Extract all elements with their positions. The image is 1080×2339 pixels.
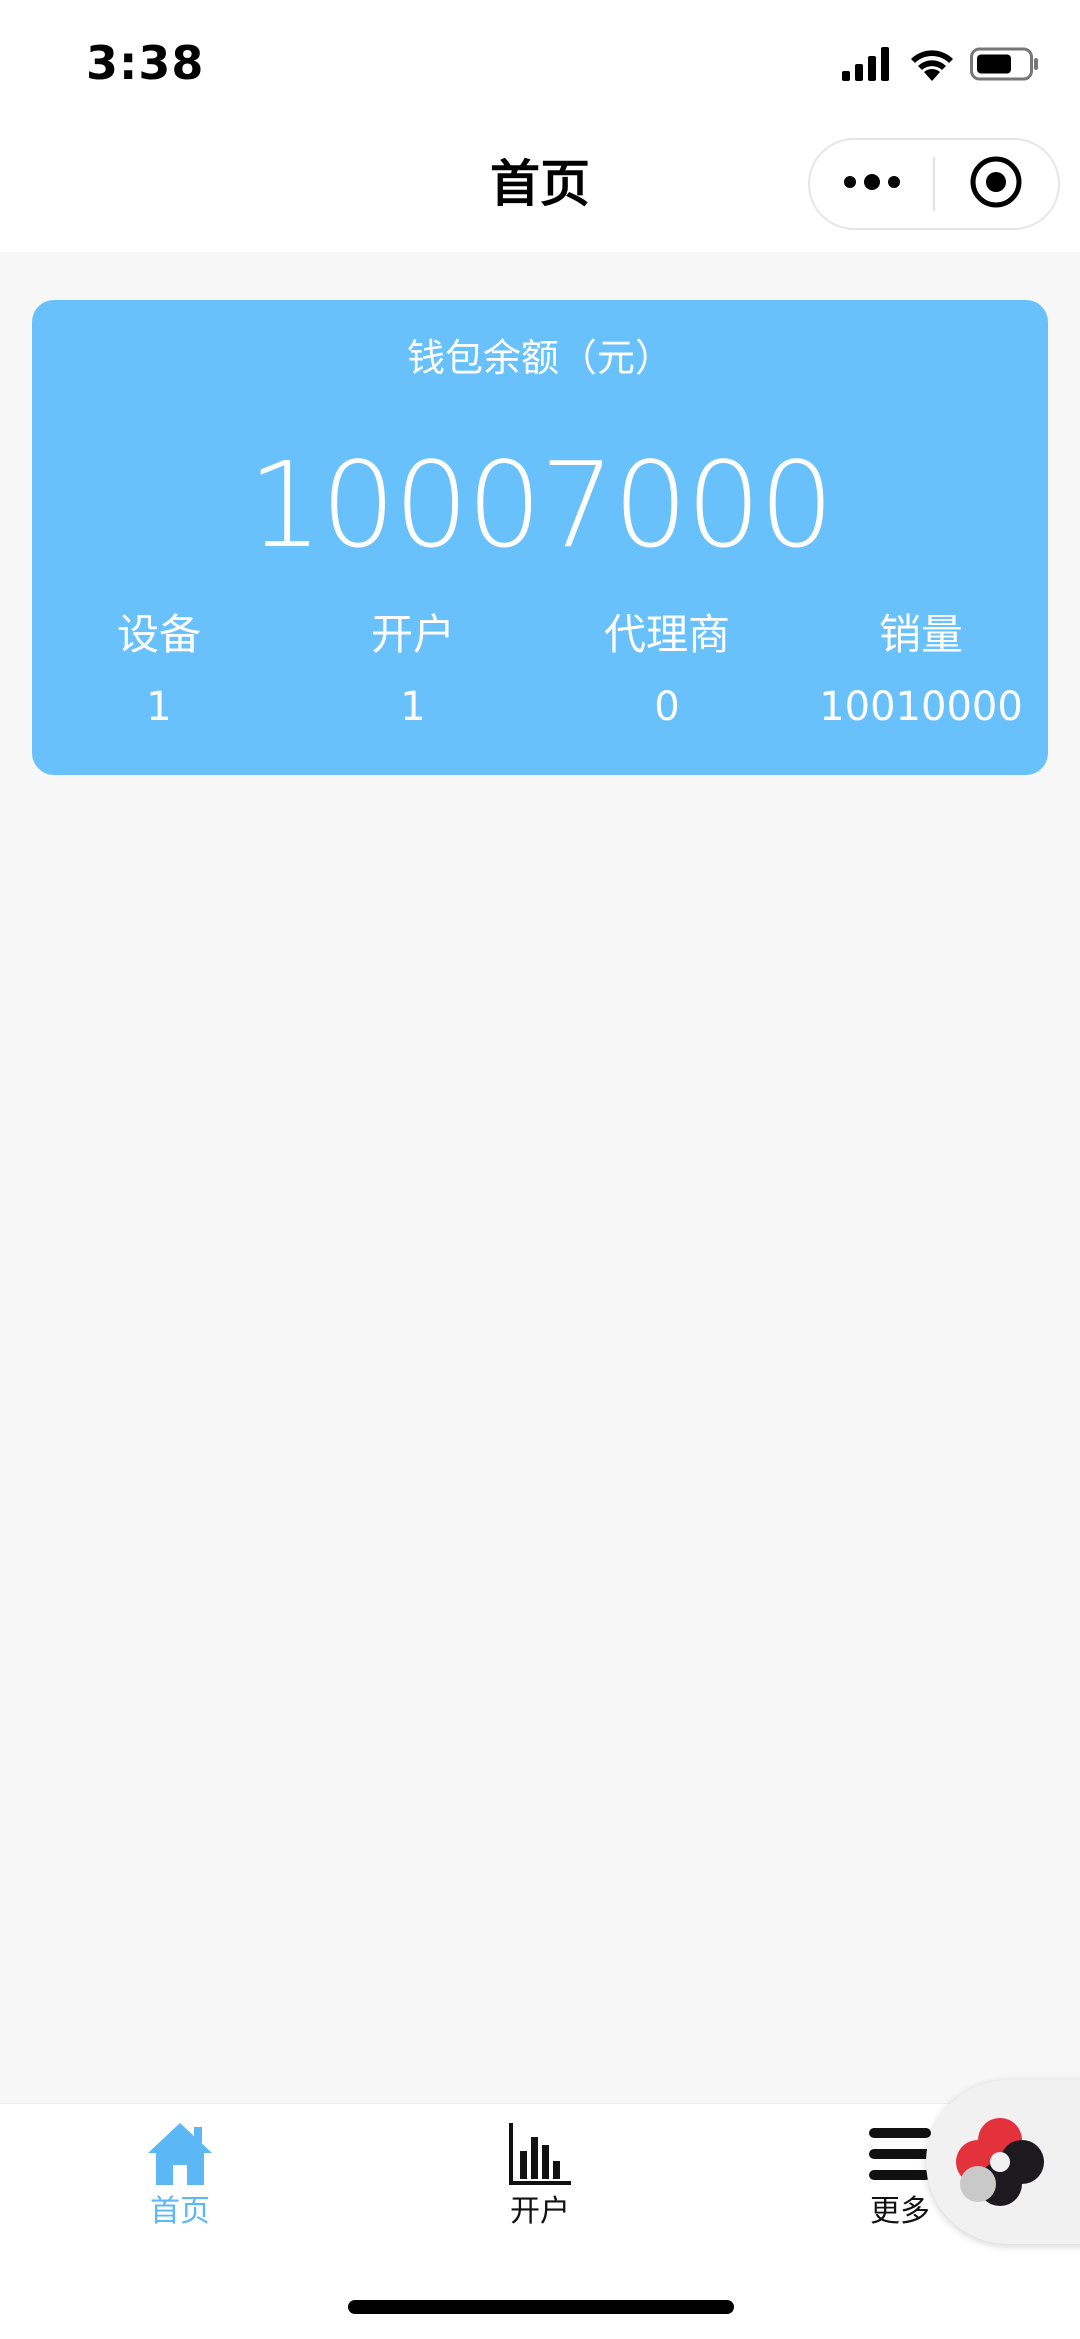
screen: 3:38 首页 钱包余额（元） 10007000 设备 1 开户 1 代理商 0… — [0, 0, 1080, 2339]
wallet-balance-label: 钱包余额（元） — [406, 336, 673, 380]
stat-value: 1 — [400, 684, 426, 730]
stat-label: 销量 — [878, 610, 963, 659]
tab-label: 首页 — [150, 2194, 210, 2229]
bar-chart-icon — [440, 2116, 640, 2192]
tab-label: 开户 — [510, 2194, 570, 2229]
status-bar: 3:38 — [0, 0, 1080, 130]
status-icons — [842, 44, 1040, 88]
stat-value: 10010000 — [819, 684, 1023, 730]
stat-label: 设备 — [116, 610, 201, 659]
stat-label: 代理商 — [603, 610, 730, 659]
close-mini-program-button[interactable] — [935, 140, 1058, 228]
flower-logo-icon — [948, 2110, 1052, 2218]
stat-label: 开户 — [370, 610, 455, 659]
mini-program-capsule — [808, 138, 1060, 230]
wallet-card[interactable]: 钱包余额（元） 10007000 设备 1 开户 1 代理商 0 销量 1001… — [32, 300, 1048, 775]
nav-bar: 首页 — [0, 130, 1080, 252]
cellular-signal-icon — [842, 47, 894, 85]
stat-sales[interactable]: 销量 10010000 — [794, 605, 1048, 737]
status-time: 3:38 — [86, 36, 205, 90]
stat-accounts[interactable]: 开户 1 — [286, 605, 540, 737]
battery-icon — [970, 47, 1040, 85]
wifi-icon — [910, 47, 954, 85]
stat-value: 0 — [654, 684, 680, 730]
stat-value: 1 — [146, 684, 172, 730]
more-options-button[interactable] — [810, 140, 933, 228]
target-circle-icon — [969, 155, 1023, 213]
stat-agents[interactable]: 代理商 0 — [540, 605, 794, 737]
more-dots-icon — [842, 172, 902, 196]
floating-assistant-button[interactable] — [926, 2080, 1080, 2244]
stat-devices[interactable]: 设备 1 — [32, 605, 286, 737]
home-icon — [80, 2116, 280, 2192]
tab-home[interactable]: 首页 — [80, 2116, 280, 2232]
tab-accounts[interactable]: 开户 — [440, 2116, 640, 2232]
wallet-balance-amount: 10007000 — [247, 436, 835, 574]
home-indicator — [348, 2300, 734, 2314]
